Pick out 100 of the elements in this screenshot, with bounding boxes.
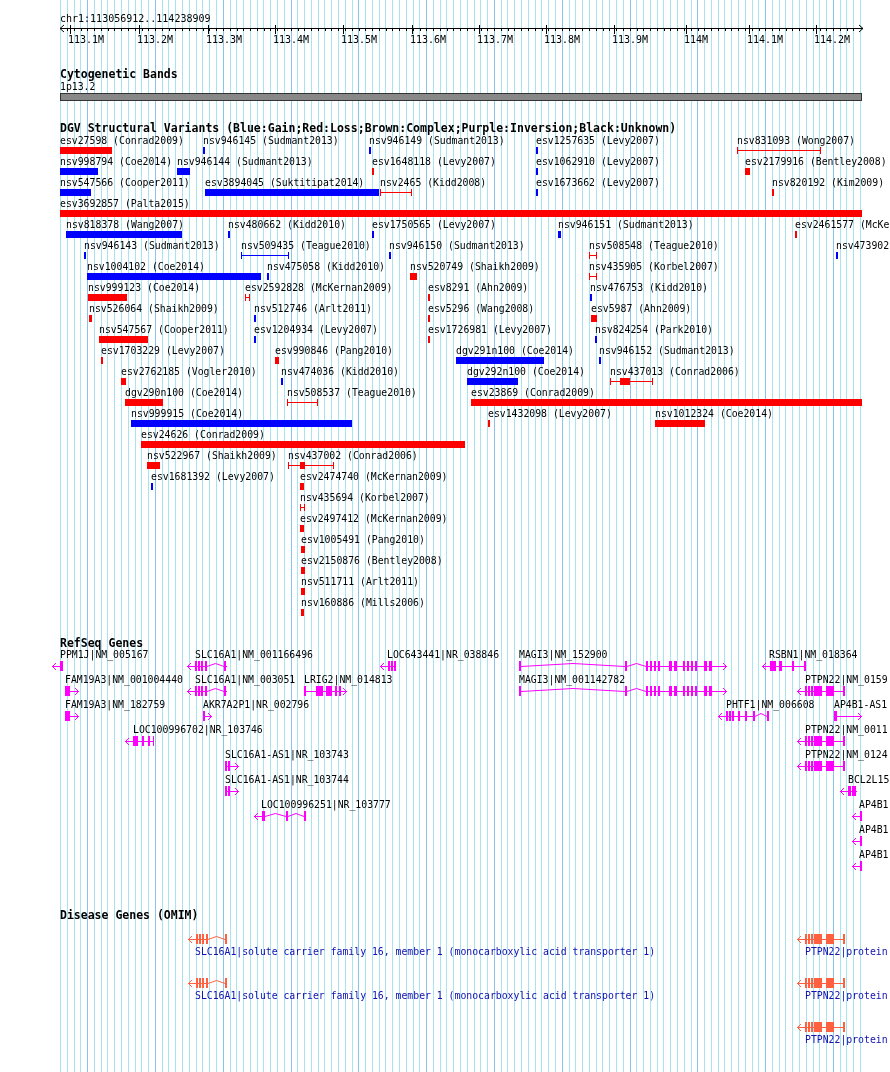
- variant-label[interactable]: nsv831093 (Wong2007): [737, 135, 855, 146]
- variant-label[interactable]: nsv476753 (Kidd2010): [590, 282, 708, 293]
- variant-label[interactable]: esv1204934 (Levy2007): [254, 324, 378, 335]
- variant-label[interactable]: nsv946151 (Sudmant2013): [558, 219, 694, 230]
- variant-label[interactable]: nsv946150 (Sudmant2013): [389, 240, 525, 251]
- variant-label[interactable]: nsv522967 (Shaikh2009): [147, 450, 277, 461]
- variant-label[interactable]: nsv512746 (Arlt2011): [254, 303, 372, 314]
- gene-label[interactable]: PTPN22|NM_0124: [805, 749, 888, 760]
- variant-interval[interactable]: [245, 294, 250, 301]
- variant-bar[interactable]: [456, 357, 544, 364]
- variant-label[interactable]: nsv946152 (Sudmant2013): [599, 345, 735, 356]
- variant-label[interactable]: esv2461577 (McKe: [795, 219, 890, 230]
- variant-label[interactable]: esv2497412 (McKernan2009): [300, 513, 448, 524]
- variant-label[interactable]: nsv520749 (Shaikh2009): [410, 261, 540, 272]
- disease-gene-label[interactable]: SLC16A1|solute carrier family 16, member 1 (monocarboxylic acid transporter 1): [195, 946, 656, 957]
- variant-bar[interactable]: [301, 588, 305, 595]
- variant-interval[interactable]: [589, 252, 597, 259]
- disease-gene-label[interactable]: SLC16A1|solute carrier family 16, member 1 (monocarboxylic acid transporter 1): [195, 990, 656, 1001]
- variant-label[interactable]: nsv160886 (Mills2006): [301, 597, 425, 608]
- gene-label[interactable]: SLC16A1-AS1|NR_103743: [225, 749, 349, 760]
- variant-label[interactable]: esv3692857 (Palta2015): [60, 198, 190, 209]
- variant-label[interactable]: esv1681392 (Levy2007): [151, 471, 275, 482]
- variant-bar[interactable]: [66, 231, 182, 238]
- variant-bar[interactable]: [410, 273, 417, 280]
- gene-label[interactable]: AP4B1: [859, 799, 889, 810]
- gene-label[interactable]: FAM19A3|NM_182759: [65, 699, 166, 710]
- variant-label[interactable]: nsv946143 (Sudmant2013): [84, 240, 220, 251]
- disease-gene-label[interactable]: PTPN22|protein: [805, 946, 888, 957]
- variant-label[interactable]: nsv946144 (Sudmant2013): [177, 156, 313, 167]
- variant-label[interactable]: nsv435694 (Korbel2007): [300, 492, 430, 503]
- variant-bar[interactable]: [177, 168, 190, 175]
- variant-bar[interactable]: [60, 168, 98, 175]
- gene-label[interactable]: PTPN22|NM_0159: [805, 674, 888, 685]
- variant-label[interactable]: esv1005491 (Pang2010): [301, 534, 425, 545]
- variant-label[interactable]: nsv1004102 (Coe2014): [87, 261, 205, 272]
- variant-bar[interactable]: [60, 189, 91, 196]
- variant-label[interactable]: nsv473902: [836, 240, 890, 251]
- variant-bar[interactable]: [471, 399, 862, 406]
- variant-label[interactable]: nsv480662 (Kidd2010): [228, 219, 346, 230]
- gene-label[interactable]: AP4B1: [859, 849, 889, 860]
- variant-label[interactable]: esv23869 (Conrad2009): [471, 387, 595, 398]
- variant-label[interactable]: nsv474036 (Kidd2010): [281, 366, 399, 377]
- variant-label[interactable]: nsv435905 (Korbel2007): [589, 261, 719, 272]
- variant-label[interactable]: nsv824254 (Park2010): [595, 324, 713, 335]
- variant-label[interactable]: dgv291n100 (Coe2014): [456, 345, 574, 356]
- variant-label[interactable]: nsv475058 (Kidd2010): [267, 261, 385, 272]
- variant-bar[interactable]: [745, 168, 750, 175]
- gene-label[interactable]: FAM19A3|NM_001004440: [65, 674, 183, 685]
- variant-label[interactable]: nsv820192 (Kim2009): [772, 177, 885, 188]
- gene-label[interactable]: SLC16A1|NM_001166496: [195, 649, 313, 660]
- gene-label[interactable]: BCL2L15: [848, 774, 890, 785]
- variant-interval[interactable]: [610, 378, 653, 385]
- variant-label[interactable]: esv2179916 (Bentley2008): [745, 156, 887, 167]
- variant-label[interactable]: esv1673662 (Levy2007): [536, 177, 660, 188]
- variant-label[interactable]: esv8291 (Ahn2009): [428, 282, 529, 293]
- variant-bar[interactable]: [60, 210, 862, 217]
- variant-bar[interactable]: [655, 420, 705, 427]
- variant-label[interactable]: nsv818378 (Wang2007): [66, 219, 184, 230]
- variant-label[interactable]: esv3894045 (Suktitipat2014): [205, 177, 365, 188]
- variant-label[interactable]: nsv508548 (Teague2010): [589, 240, 719, 251]
- variant-bar[interactable]: [99, 336, 148, 343]
- variant-bar[interactable]: [301, 609, 304, 616]
- gene-label[interactable]: SLC16A1-AS1|NR_103744: [225, 774, 349, 785]
- variant-bar[interactable]: [301, 546, 305, 553]
- variant-label[interactable]: nsv526064 (Shaikh2009): [89, 303, 219, 314]
- variant-label[interactable]: nsv511711 (Arlt2011): [301, 576, 419, 587]
- gene-label[interactable]: RSBN1|NM_018364: [769, 649, 858, 660]
- variant-bar[interactable]: [125, 399, 163, 406]
- variant-bar[interactable]: [60, 147, 112, 154]
- variant-bar[interactable]: [88, 294, 127, 301]
- variant-bar[interactable]: [591, 315, 597, 322]
- variant-label[interactable]: dgv290n100 (Coe2014): [125, 387, 243, 398]
- variant-label[interactable]: esv1062910 (Levy2007): [536, 156, 660, 167]
- variant-label[interactable]: nsv508537 (Teague2010): [287, 387, 417, 398]
- gene-label[interactable]: SLC16A1|NM_003051: [195, 674, 296, 685]
- variant-interval[interactable]: [589, 273, 597, 280]
- variant-label[interactable]: esv2592828 (McKernan2009): [245, 282, 393, 293]
- variant-bar[interactable]: [558, 231, 561, 238]
- variant-label[interactable]: nsv509435 (Teague2010): [241, 240, 371, 251]
- variant-label[interactable]: esv27598 (Conrad2009): [60, 135, 184, 146]
- variant-label[interactable]: nsv998794 (Coe2014): [60, 156, 173, 167]
- variant-label[interactable]: nsv547566 (Cooper2011): [60, 177, 190, 188]
- variant-interval[interactable]: [287, 399, 318, 406]
- variant-label[interactable]: esv1750565 (Levy2007): [372, 219, 496, 230]
- variant-label[interactable]: esv2150876 (Bentley2008): [301, 555, 443, 566]
- variant-label[interactable]: esv2762185 (Vogler2010): [121, 366, 257, 377]
- variant-label[interactable]: nsv1012324 (Coe2014): [655, 408, 773, 419]
- variant-label[interactable]: nsv999123 (Coe2014): [88, 282, 201, 293]
- variant-bar[interactable]: [300, 483, 304, 490]
- variant-interval[interactable]: [380, 189, 412, 196]
- variant-label[interactable]: nsv437002 (Conrad2006): [288, 450, 418, 461]
- gene-label[interactable]: AP4B1: [859, 824, 889, 835]
- gene-label[interactable]: LOC100996702|NR_103746: [133, 724, 263, 735]
- variant-label[interactable]: nsv946149 (Sudmant2013): [369, 135, 505, 146]
- gene-label[interactable]: PPM1J|NM_005167: [60, 649, 149, 660]
- variant-interval[interactable]: [241, 252, 289, 259]
- gene-label[interactable]: MAGI3|NM_152900: [519, 649, 608, 660]
- variant-interval[interactable]: [300, 504, 305, 511]
- variant-interval[interactable]: [737, 147, 821, 154]
- variant-label[interactable]: dgv292n100 (Coe2014): [467, 366, 585, 377]
